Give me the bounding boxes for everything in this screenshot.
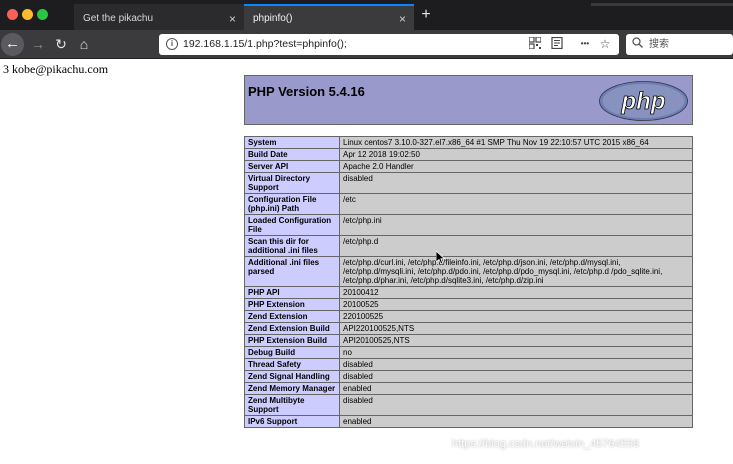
phpinfo-value: enabled [339, 415, 693, 428]
phpinfo-key: IPv6 Support [244, 415, 340, 428]
phpinfo-value: Linux centos7 3.10.0-327.el7.x86_64 #1 S… [339, 136, 693, 149]
phpinfo-key: PHP API [244, 286, 340, 299]
phpinfo-row: Server API Apache 2.0 Handler [244, 160, 693, 173]
phpinfo-row: Zend Memory Manager enabled [244, 382, 693, 395]
reload-button[interactable]: ↻ [51, 34, 71, 54]
phpinfo-key: Virtual Directory Support [244, 172, 340, 194]
phpinfo-row: Zend Extension Build API220100525,NTS [244, 322, 693, 335]
phpinfo-row: Loaded Configuration File/etc/php.ini [244, 214, 693, 236]
bookmark-star-icon[interactable]: ☆ [598, 37, 612, 51]
phpinfo-row: IPv6 Support enabled [244, 415, 693, 428]
php-version-title: PHP Version 5.4.16 [248, 84, 365, 99]
tab-phpinfo[interactable]: phpinfo() × [244, 4, 414, 30]
phpinfo-value: 20100525 [339, 298, 693, 311]
phpinfo-value: disabled [339, 370, 693, 383]
phpinfo-row: Build Date Apr 12 2018 19:02:50 [244, 148, 693, 161]
forward-button[interactable]: → [28, 34, 48, 54]
phpinfo-value: 220100525 [339, 310, 693, 323]
phpinfo-value: /etc/php.ini [339, 214, 693, 236]
php-version-header: PHP Version 5.4.16 php [244, 75, 693, 125]
tab-label: phpinfo() [253, 13, 293, 24]
phpinfo-row: Scan this dir for additional .ini files /… [244, 235, 693, 257]
phpinfo-key: Server API [244, 160, 340, 173]
phpinfo-value: enabled [339, 382, 693, 395]
phpinfo-row: Thread Safety disabled [244, 358, 693, 371]
phpinfo-value: /etc/php.d [339, 235, 693, 257]
phpinfo-row: Zend Signal Handling disabled [244, 370, 693, 383]
phpinfo-key: PHP Extension [244, 298, 340, 311]
phpinfo-row: Zend Extension 220100525 [244, 310, 693, 323]
qr-code-icon[interactable] [528, 36, 542, 51]
tab-label: Get the pikachu [83, 13, 154, 24]
tab-strip: Get the pikachu × phpinfo() × + [0, 0, 733, 30]
phpinfo-row: PHP Extension 20100525 [244, 298, 693, 311]
search-input[interactable]: 搜索 [626, 34, 733, 55]
phpinfo-row: System Linux centos7 3.10.0-327.el7.x86_6… [244, 136, 693, 149]
phpinfo-row: Debug Build no [244, 346, 693, 359]
search-icon [632, 36, 646, 52]
search-placeholder: 搜索 [649, 39, 669, 50]
phpinfo-value: no [339, 346, 693, 359]
tab-get-the-pikachu[interactable]: Get the pikachu × [74, 4, 244, 30]
phpinfo-row: Additional .ini files parsed/etc/php.d/c… [244, 256, 693, 287]
phpinfo-key: Zend Multibyte Support [244, 394, 340, 416]
phpinfo-key: Thread Safety [244, 358, 340, 371]
phpinfo-key: System [244, 136, 340, 149]
phpinfo-value: disabled [339, 358, 693, 371]
php-logo-text: php [621, 88, 666, 115]
phpinfo-row: Zend Multibyte Support disabled [244, 394, 693, 416]
phpinfo-row: Virtual Directory Support disabled [244, 172, 693, 194]
phpinfo-key: Zend Extension Build [244, 322, 340, 335]
site-info-icon[interactable]: i [166, 38, 178, 50]
phpinfo-value: /etc/php.d/curl.ini, /etc/php.d/fileinfo… [339, 256, 693, 287]
close-window-button[interactable] [7, 9, 18, 20]
close-tab-icon[interactable]: × [229, 6, 236, 32]
phpinfo-key: Additional .ini files parsed [244, 256, 340, 287]
phpinfo-value: /etc [339, 193, 693, 215]
phpinfo-value: API20100525,NTS [339, 334, 693, 347]
close-tab-icon[interactable]: × [399, 6, 406, 32]
phpinfo-key: Zend Extension [244, 310, 340, 323]
phpinfo-key: Zend Memory Manager [244, 382, 340, 395]
phpinfo-key: Debug Build [244, 346, 340, 359]
address-bar[interactable]: i 192.168.1.15/1.php?test=phpinfo(); •••… [159, 34, 619, 55]
new-tab-button[interactable]: + [416, 5, 436, 25]
maximize-window-button[interactable] [37, 9, 48, 20]
phpinfo-key: Zend Signal Handling [244, 370, 340, 383]
query-output-text: 3 kobe@pikachu.com [3, 62, 109, 76]
phpinfo-key: Build Date [244, 148, 340, 161]
minimize-window-button[interactable] [22, 9, 33, 20]
phpinfo-value: disabled [339, 172, 693, 194]
mouse-cursor-icon [436, 251, 446, 265]
phpinfo-value: API220100525,NTS [339, 322, 693, 335]
phpinfo-key: Configuration File (php.ini) Path [244, 193, 340, 215]
tab-strip-divider [591, 3, 733, 6]
phpinfo-row: PHP API 20100412 [244, 286, 693, 299]
url-text[interactable]: 192.168.1.15/1.php?test=phpinfo(); [183, 34, 347, 55]
phpinfo-table: System Linux centos7 3.10.0-327.el7.x86_6… [244, 136, 693, 428]
phpinfo-value: 20100412 [339, 286, 693, 299]
watermark-text: https://blog.csdn.net/weixin_45764556 [452, 438, 640, 450]
phpinfo-key: Loaded Configuration File [244, 214, 340, 236]
back-button[interactable]: ← [1, 33, 24, 56]
phpinfo-row: PHP Extension Build API20100525,NTS [244, 334, 693, 347]
phpinfo-value: Apache 2.0 Handler [339, 160, 693, 173]
phpinfo-value: disabled [339, 394, 693, 416]
page-actions-menu-icon[interactable]: ••• [578, 37, 592, 51]
phpinfo-key: Scan this dir for additional .ini files [244, 235, 340, 257]
reader-view-icon[interactable] [550, 36, 564, 51]
phpinfo-key: PHP Extension Build [244, 334, 340, 347]
home-button[interactable]: ⌂ [74, 34, 94, 54]
navigation-bar: ← → ↻ ⌂ i 192.168.1.15/1.php?test=phpinf… [0, 30, 733, 59]
phpinfo-value: Apr 12 2018 19:02:50 [339, 148, 693, 161]
php-logo[interactable]: php [599, 81, 688, 121]
phpinfo-row: Configuration File (php.ini) Path/etc [244, 193, 693, 215]
